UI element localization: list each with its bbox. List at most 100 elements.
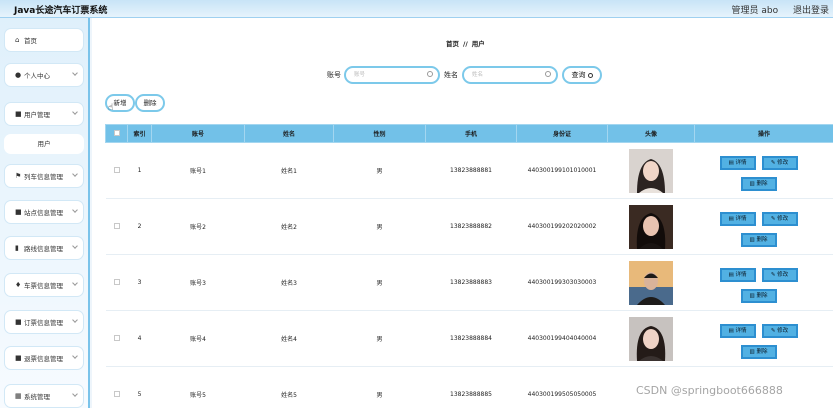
row-select[interactable] [105,366,128,408]
flag-icon: ⚑ [15,172,22,180]
chevron-down-icon [72,171,78,177]
detail-button[interactable]: ▤ 详情 [719,323,756,338]
sidebar-item-label: 路线信息管理 [24,245,63,253]
admin-label: 管理员 abo [731,6,779,16]
cell-name: 姓名2 [244,198,334,255]
checkbox[interactable] [113,334,120,341]
sidebar-item-station[interactable]: ■ 站点信息管理 [4,200,84,224]
sidebar-item-label: 订票信息管理 [24,319,63,327]
logout-link[interactable]: 退出登录 [793,6,829,16]
table-row: 2 账号2 姓名2 男 13823888882 4403001992020200… [105,198,833,255]
cell-idcard: 440300199505050005 [516,366,608,408]
users-table: 索引 账号 姓名 性别 手机 身份证 头像 操作 1 账号1 姓名1 男 138… [105,124,833,408]
detail-button[interactable]: ▤ 详情 [719,211,756,226]
header-name: 姓名 [244,124,334,143]
cell-index: 1 [127,142,152,199]
row-delete-button-label: 删除 [756,292,768,299]
table-row: 4 账号4 姓名4 男 13823888884 4403001994040400… [105,310,833,367]
edit-button-label: 修改 [777,159,789,166]
chevron-down-icon [72,280,78,286]
cell-idcard: 440300199404040004 [516,310,608,367]
name-search-input[interactable]: 姓名 [462,66,558,84]
cell-name: 姓名3 [244,254,334,311]
avatar [629,148,673,193]
sidebar-item-ticket[interactable]: ♦ 车票信息管理 [4,273,84,297]
cell-operation: ▤ 详情 ✎ 修改 ▥ 删除 [694,310,833,367]
row-delete-button[interactable]: ▥ 删除 [740,344,777,359]
row-select[interactable] [105,142,128,199]
cell-operation: ▤ 详情 ✎ 修改 ▥ 删除 [694,142,833,199]
avatar [629,316,673,361]
cell-phone: 13823888884 [425,310,517,367]
cell-idcard: 440300199303030003 [516,254,608,311]
search-icon [587,72,593,78]
detail-button[interactable]: ▤ 详情 [719,267,756,282]
chevron-down-icon [72,207,78,213]
edit-button-label: 修改 [777,271,789,278]
breadcrumb-separator: // [463,40,468,48]
cell-index: 4 [127,310,152,367]
edit-button[interactable]: ✎ 修改 [761,211,798,226]
checkbox[interactable] [113,166,120,173]
cell-name: 姓名1 [244,142,334,199]
checkbox[interactable] [113,278,120,285]
grid-icon: ▦ [15,392,22,400]
chevron-down-icon [72,353,78,359]
sidebar-item-profile[interactable]: ● 个人中心 [4,63,84,87]
detail-button-label: 详情 [735,327,747,334]
search-icon [545,71,551,77]
sidebar-item-train[interactable]: ⚑ 列车信息管理 [4,164,84,188]
sidebar: ⌂ 首页 ● 个人中心 ■ 用户管理 用户 ⚑ 列车信息管理 ■ 站点信息管理 … [0,18,90,408]
table-row: 1 账号1 姓名1 男 13823888881 4403001991010100… [105,142,833,199]
row-delete-button-label: 删除 [756,348,768,355]
row-delete-button[interactable]: ▥ 删除 [740,232,777,247]
account-search-input[interactable]: 账号 [344,66,440,84]
checkbox[interactable] [113,390,120,397]
row-delete-button[interactable]: ▥ 删除 [740,288,777,303]
chevron-down-icon [72,243,78,249]
sidebar-item-users[interactable]: ■ 用户管理 [4,102,84,126]
row-select[interactable] [105,254,128,311]
sidebar-item-home[interactable]: ⌂ 首页 [4,28,84,52]
sidebar-item-label: 用户管理 [24,111,50,119]
sidebar-item-system[interactable]: ▦ 系统管理 [4,384,84,408]
pin-icon: ♦ [15,281,22,289]
header-select-all[interactable] [105,124,128,143]
sidebar-item-refund[interactable]: ■ 退票信息管理 [4,346,84,370]
account-placeholder: 账号 [354,72,366,78]
chevron-down-icon [72,70,78,76]
cell-index: 2 [127,198,152,255]
sidebar-subitem-user[interactable]: 用户 [4,134,84,154]
sidebar-item-booking[interactable]: ■ 订票信息管理 [4,310,84,334]
name-label: 姓名 [444,71,458,79]
person-icon: ● [15,71,22,79]
delete-button[interactable]: 删除 [135,94,165,112]
sidebar-item-route[interactable]: ▮ 路线信息管理 [4,236,84,260]
detail-button-label: 详情 [735,215,747,222]
cell-account: 账号2 [151,198,245,255]
row-delete-button-label: 删除 [756,236,768,243]
edit-button-label: 修改 [777,215,789,222]
sidebar-item-label: 列车信息管理 [24,173,63,181]
header-index: 索引 [127,124,152,143]
checkbox[interactable] [113,129,120,136]
app-title: Java长途汽车订票系统 [14,6,108,16]
row-select[interactable] [105,198,128,255]
edit-button[interactable]: ✎ 修改 [761,267,798,282]
row-select[interactable] [105,310,128,367]
inbox-icon: ■ [15,354,22,362]
query-button[interactable]: 查询 [562,66,602,84]
cell-avatar [607,310,695,367]
breadcrumb-home[interactable]: 首页 [446,40,459,48]
edit-button[interactable]: ✎ 修改 [761,155,798,170]
edit-button[interactable]: ✎ 修改 [761,323,798,338]
row-delete-button[interactable]: ▥ 删除 [740,176,777,191]
cell-index: 5 [127,366,152,408]
header-avatar: 头像 [607,124,695,143]
detail-button[interactable]: ▤ 详情 [719,155,756,170]
cell-gender: 男 [333,142,426,199]
watermark: CSDN @springboot666888 [636,384,783,397]
header-idcard: 身份证 [516,124,608,143]
checkbox[interactable] [113,222,120,229]
cell-idcard: 440300199202020002 [516,198,608,255]
